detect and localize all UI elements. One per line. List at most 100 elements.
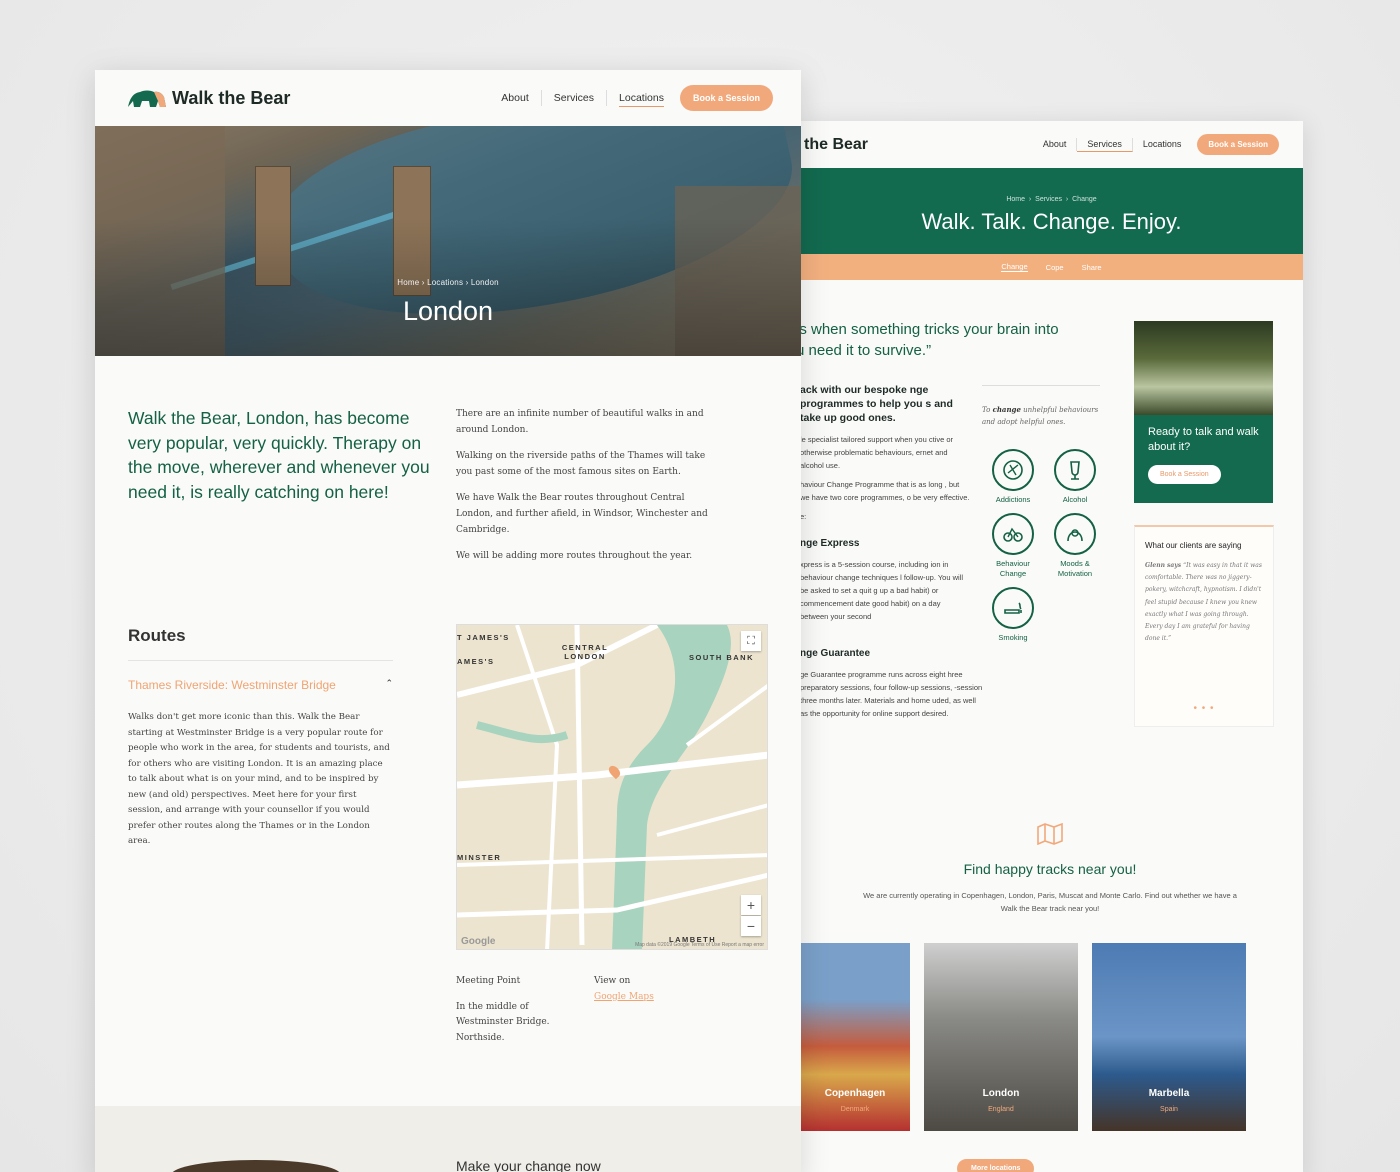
book-session-button[interactable]: Book a Session xyxy=(679,85,773,111)
cta-book-button[interactable]: Book a Session xyxy=(1148,465,1221,484)
divider xyxy=(128,660,393,661)
google-logo: Google xyxy=(461,936,496,947)
google-maps-link[interactable]: Google Maps xyxy=(594,992,654,1002)
route-map[interactable]: T JAMES'S AMES'S CENTRAL LONDON SOUTH BA… xyxy=(456,624,768,950)
service-icons: Addictions Alcohol Behaviour Change Mood… xyxy=(982,449,1112,643)
service-moods-motivation[interactable]: Moods & Motivation xyxy=(1044,513,1106,579)
more-locations-button[interactable]: More locations xyxy=(957,1159,1035,1172)
nav-services[interactable]: Services xyxy=(542,90,608,106)
behaviour-change-icon xyxy=(992,513,1034,555)
footer-heading: Make your change now xyxy=(456,1158,601,1172)
city-country: Spain xyxy=(1160,1106,1178,1113)
addictions-icon xyxy=(992,449,1034,491)
guarantee-heading: nge Guarantee xyxy=(800,648,871,659)
footer-cta-section: Make your change now xyxy=(95,1106,801,1172)
service-smoking[interactable]: Smoking xyxy=(982,587,1044,643)
meeting-point: Meeting Point In the middle of Westminst… xyxy=(456,974,551,1046)
fullscreen-icon[interactable]: ⛶ xyxy=(741,631,761,651)
crumb-home[interactable]: Home xyxy=(1006,196,1025,203)
book-session-button[interactable]: Book a Session xyxy=(1197,134,1279,155)
view-on-maps: View on Google Maps xyxy=(594,974,654,1005)
map-attribution[interactable]: Map data ©2019 Google Terms of Use Repor… xyxy=(635,942,764,948)
card-marbella[interactable]: Marbella Spain xyxy=(1092,943,1246,1131)
paragraph: e: xyxy=(800,512,807,521)
intro-paragraph: We have Walk the Bear routes throughout … xyxy=(456,493,708,535)
meeting-label: Meeting Point xyxy=(456,976,521,986)
breadcrumb[interactable]: Home › Locations › London xyxy=(95,278,801,287)
alcohol-label: Alcohol xyxy=(1062,495,1088,504)
brand-name[interactable]: the Bear xyxy=(804,136,868,154)
page-title: London xyxy=(402,296,494,326)
service-behaviour-change[interactable]: Behaviour Change xyxy=(982,513,1044,579)
moods-motivation-label: Moods & Motivation xyxy=(1057,559,1093,578)
tab-change[interactable]: Change xyxy=(1001,262,1028,272)
testimonial-text: “It was easy in that it was comfortable.… xyxy=(1145,562,1262,643)
routes-heading: Routes xyxy=(128,626,186,645)
map-label: T JAMES'S xyxy=(457,633,510,642)
lead-text: ack with our bespoke nge programmes to h… xyxy=(800,384,953,424)
sub-tabs: Change Cope Share xyxy=(800,254,1303,280)
map-label: SOUTH BANK xyxy=(689,653,754,662)
main-nav: About Services Locations Book a Session xyxy=(1033,134,1279,155)
paragraph: haviour Change Programme that is as long… xyxy=(800,480,970,502)
service-addictions[interactable]: Addictions xyxy=(982,449,1044,505)
intro-paragraphs: There are an infinite number of beautifu… xyxy=(456,406,711,574)
london-location-page: Walk the Bear About Services Locations B… xyxy=(95,70,801,1172)
meeting-value: In the middle of Westminster Bridge. Nor… xyxy=(456,1001,550,1043)
carousel-dots[interactable]: • • • xyxy=(1145,703,1263,714)
testimonial-card: What our clients are saying Glenn says “… xyxy=(1134,525,1274,727)
programme-text: ack with our bespoke nge programmes to h… xyxy=(800,383,982,726)
intro-heading: Walk the Bear, London, has become very p… xyxy=(128,408,430,502)
route-accordion-header[interactable]: Thames Riverside: Westminster Bridge ⌃ xyxy=(128,678,393,692)
express-text: xpress is a 5-session course, including … xyxy=(800,560,964,621)
london-hero-image: Home › Locations › London London xyxy=(95,126,801,356)
crumb-services[interactable]: Services xyxy=(1035,196,1062,203)
nav-locations[interactable]: Locations xyxy=(1133,138,1192,151)
quote-line-2: u need it to survive.” xyxy=(800,342,932,359)
zoom-in-icon[interactable]: + xyxy=(741,895,761,915)
moods-motivation-icon xyxy=(1054,513,1096,555)
map-icon xyxy=(840,822,1260,851)
service-alcohol[interactable]: Alcohol xyxy=(1044,449,1106,505)
nav-services[interactable]: Services xyxy=(1077,137,1133,152)
tab-share[interactable]: Share xyxy=(1082,263,1102,272)
services-page: the Bear About Services Locations Book a… xyxy=(800,121,1303,1172)
nav-about[interactable]: About xyxy=(1033,138,1078,151)
testimonial-body: Glenn says “It was easy in that it was c… xyxy=(1145,560,1263,645)
location-cards: Copenhagen Denmark London England Marbel… xyxy=(800,943,1246,1131)
intro-paragraph: There are an infinite number of beautifu… xyxy=(456,409,704,435)
zoom-out-icon[interactable]: − xyxy=(741,916,761,936)
quote-line-1: is when something tricks your brain into xyxy=(800,321,1059,338)
breadcrumb: Home › Services › Change xyxy=(1006,196,1097,203)
express-heading: nge Express xyxy=(800,538,860,549)
map-label: MINSTER xyxy=(457,853,502,862)
nav-services-label: Services xyxy=(553,92,595,104)
main-nav: About Services Locations Book a Session xyxy=(489,85,773,111)
smoking-label: Smoking xyxy=(998,633,1028,642)
nav-about[interactable]: About xyxy=(489,90,542,106)
header: Walk the Bear About Services Locations B… xyxy=(95,70,801,126)
map-roads xyxy=(457,625,767,949)
testimonial-heading: What our clients are saying xyxy=(1145,541,1242,550)
card-london[interactable]: London England xyxy=(924,943,1078,1131)
intro-paragraph: We will be adding more routes throughout… xyxy=(456,551,693,561)
bear-photo xyxy=(171,1160,341,1172)
hero-banner: Home › Services › Change Walk. Talk. Cha… xyxy=(800,168,1303,254)
find-text: We are currently operating in Copenhagen… xyxy=(863,891,1237,913)
brand-name: Walk the Bear xyxy=(172,87,291,108)
pull-quote: is when something tricks your brain into… xyxy=(800,319,1096,361)
paragraph: le specialist tailored support when you … xyxy=(800,435,953,470)
map-label: CENTRAL LONDON xyxy=(561,643,609,661)
header: the Bear About Services Locations Book a… xyxy=(800,121,1303,168)
note-pre: To xyxy=(982,406,991,414)
card-copenhagen[interactable]: Copenhagen Denmark xyxy=(800,943,910,1131)
route-title: Thames Riverside: Westminster Bridge xyxy=(128,678,336,692)
logo[interactable]: Walk the Bear xyxy=(128,88,290,109)
map-label: AMES'S xyxy=(457,657,495,666)
guarantee-text: ge Guarantee programme runs across eight… xyxy=(800,670,983,718)
tab-cope[interactable]: Cope xyxy=(1046,263,1064,272)
bear-logo-icon xyxy=(128,90,166,107)
city-name: Marbella xyxy=(1148,1088,1190,1099)
smoking-icon xyxy=(992,587,1034,629)
nav-locations[interactable]: Locations xyxy=(607,90,676,107)
